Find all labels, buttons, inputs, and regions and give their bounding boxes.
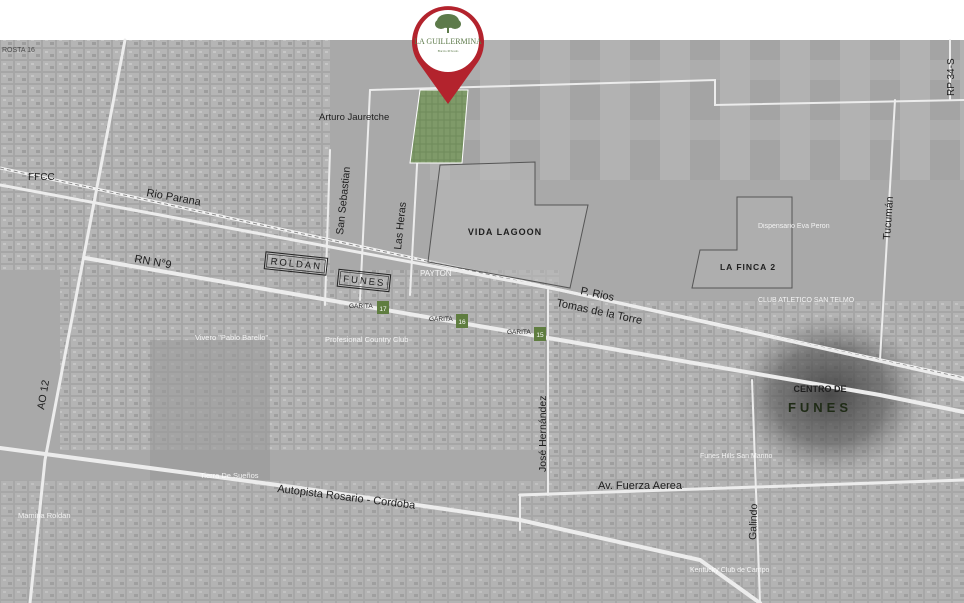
- poi-dispensario: Dispensario Eva Peron: [758, 223, 830, 230]
- brand-tagline: Barrio Privado: [438, 49, 459, 53]
- poi-mamina: Mamina Roldan: [18, 511, 71, 520]
- field-patch: [150, 340, 270, 480]
- road-label-rosta16: ROSTA 16: [2, 47, 35, 54]
- garita-16-number: 16: [458, 319, 466, 326]
- rural-fields-north: [430, 40, 964, 180]
- poi-vivero: Vivero "Pablo Barello": [195, 333, 268, 342]
- road-label-ffcc: FFCC: [28, 172, 55, 183]
- poi-funes-hills: Funes Hills San Marino: [700, 453, 772, 460]
- brand-name: LA GUILLERMINA: [414, 37, 482, 46]
- poi-payton: PAYTON: [420, 269, 452, 278]
- road-label-jose-hernandez: José Hernández: [537, 396, 549, 472]
- vida-lagoon-label: VIDA LAGOON: [468, 227, 542, 237]
- la-finca-2-label: LA FINCA 2: [720, 262, 776, 272]
- road-label-rp34s: RP 34-S: [946, 58, 957, 96]
- garita-15-label: GARITA: [507, 329, 531, 336]
- centro-funes-label: FUNES: [788, 400, 852, 415]
- garita-17-number: 17: [379, 306, 387, 313]
- poi-tierra-suenos: Tierra De Sueños: [200, 471, 259, 480]
- garita-15-number: 15: [536, 332, 544, 339]
- garita-16-label: GARITA: [429, 316, 453, 323]
- poi-club-atletico: CLUB ATLETICO SAN TELMO: [758, 297, 855, 304]
- urban-blocks-south: [0, 480, 964, 603]
- centro-de-label: CENTRO DE: [793, 384, 846, 394]
- area-map: VIDA LAGOON LA FINCA 2 LA GUILLERMINA Ba…: [0, 0, 964, 603]
- garita-17-label: GARITA: [349, 303, 373, 310]
- centro-funes-area: [735, 315, 925, 475]
- road-label-arturo-jauretche: Arturo Jauretche: [319, 112, 389, 123]
- road-label-galindo: Galindo: [747, 503, 760, 540]
- road-label-av-fuerza-aerea: Av. Fuerza Aerea: [598, 480, 683, 492]
- urban-blocks-roldan: [0, 40, 330, 270]
- la-guillermina-lots: [409, 89, 469, 164]
- poi-country-club: Profesional Country Club: [325, 335, 408, 344]
- poi-kentucky: Kentucky Club de Campo: [690, 567, 769, 574]
